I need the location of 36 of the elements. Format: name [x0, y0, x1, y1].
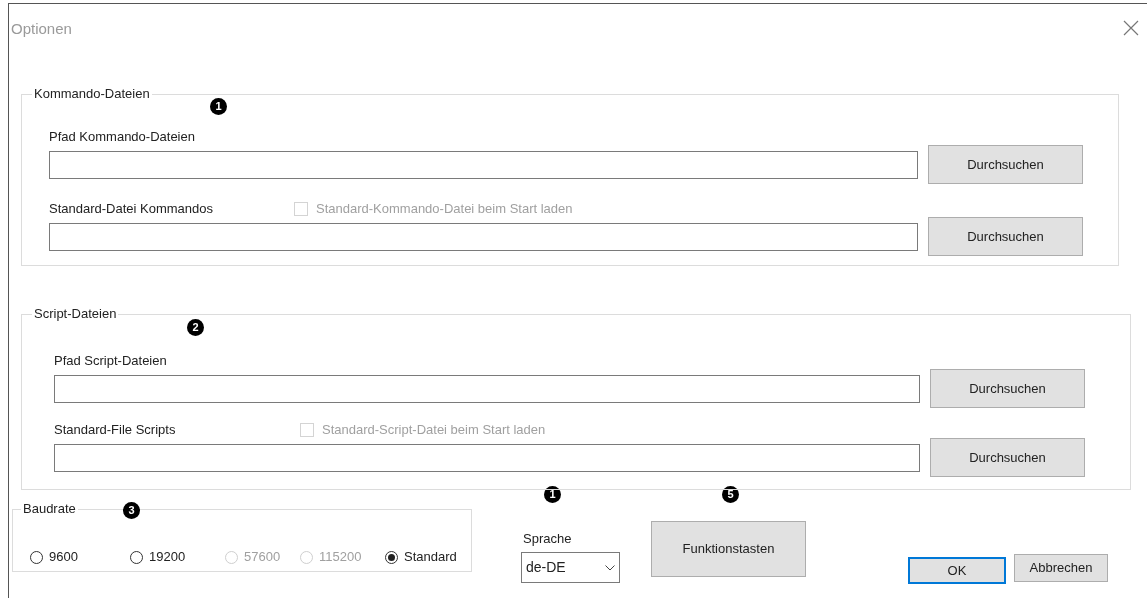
checkbox-label: Standard-Script-Datei beim Start laden	[322, 422, 546, 438]
callout-badge: 1	[544, 486, 561, 503]
group-legend: Script-Dateien	[32, 306, 119, 322]
window-title: Optionen	[11, 20, 72, 37]
checkbox-label: Standard-Kommando-Datei beim Start laden	[316, 201, 573, 217]
browse-button[interactable]: Durchsuchen	[930, 369, 1085, 408]
field-label: Pfad Kommando-Dateien	[49, 129, 196, 145]
radio-button[interactable]	[385, 550, 398, 564]
dialog-button[interactable]: Abbrechen	[1014, 554, 1108, 582]
browse-button[interactable]: Durchsuchen	[928, 217, 1083, 256]
callout-badge: 2	[187, 319, 204, 336]
input-field[interactable]	[54, 374, 920, 403]
radio-label: 9600	[49, 548, 78, 567]
function-keys-button[interactable]: Funktionstasten	[651, 521, 806, 577]
radio-label: Standard	[404, 548, 457, 567]
radio-label: 57600	[244, 548, 281, 567]
caret-icon	[605, 564, 615, 571]
field-label: Standard-File Scripts	[54, 422, 177, 438]
input-field[interactable]	[49, 150, 918, 179]
radio-label: 19200	[149, 548, 186, 567]
close-icon[interactable]	[1123, 20, 1139, 36]
callout-badge: 5	[722, 486, 739, 503]
radio-label: 115200	[319, 548, 362, 567]
field-label: Pfad Script-Dateien	[54, 353, 168, 369]
dialog-button[interactable]: OK	[908, 557, 1006, 584]
field-label: Sprache	[523, 531, 573, 547]
browse-button[interactable]: Durchsuchen	[928, 145, 1083, 184]
radio-button[interactable]	[130, 550, 143, 564]
field-label: Standard-Datei Kommandos	[49, 201, 215, 217]
browse-button[interactable]: Durchsuchen	[930, 438, 1085, 477]
input-field[interactable]	[49, 222, 918, 251]
radio-button[interactable]	[30, 550, 43, 564]
language-dropdown[interactable]: de-DE	[521, 552, 620, 583]
callout-badge: 3	[123, 502, 140, 519]
input-field[interactable]	[54, 443, 920, 472]
callout-badge: 1	[210, 98, 227, 115]
